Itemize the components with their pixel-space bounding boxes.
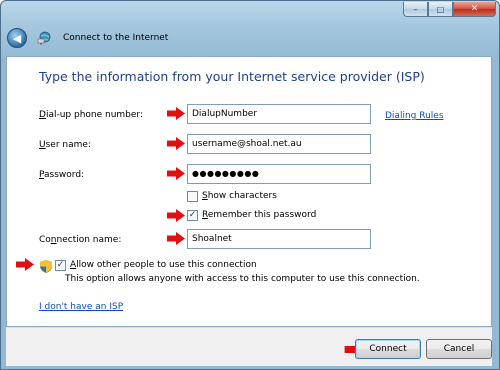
red-arrow-icon: [167, 137, 185, 150]
red-arrow-icon: [16, 258, 34, 271]
show-characters-label: Show characters: [202, 191, 277, 201]
dialup-label: Dial-up phone number:: [39, 110, 144, 120]
checkmark-icon: ✓: [56, 260, 65, 270]
dialing-rules-link[interactable]: Dialing Rules: [385, 111, 444, 121]
dialup-number-field[interactable]: DialupNumber: [187, 104, 371, 124]
network-globe-icon: [37, 31, 51, 45]
uac-shield-icon: [40, 260, 52, 273]
page-heading: Type the information from your Internet …: [39, 69, 425, 84]
remember-password-label: Remember this password: [202, 210, 317, 220]
navigation-row: ◀ Connect to the Internet: [5, 23, 495, 53]
red-arrow-icon: [167, 209, 185, 222]
close-button[interactable]: ✕: [453, 2, 496, 17]
no-isp-link[interactable]: I don't have an ISP: [39, 302, 123, 312]
connection-name-label: Connection name:: [39, 235, 122, 245]
password-label: Password:: [39, 170, 85, 180]
username-field[interactable]: username@shoal.net.au: [187, 134, 371, 154]
maximize-button[interactable]: □: [428, 2, 453, 17]
username-label: User name:: [39, 140, 91, 150]
red-arrow-icon: [167, 232, 185, 245]
show-characters-checkbox[interactable]: [187, 191, 198, 202]
content-panel: Type the information from your Internet …: [6, 56, 492, 327]
allow-others-checkbox[interactable]: ✓: [55, 260, 66, 271]
cancel-button[interactable]: Cancel: [426, 339, 492, 359]
minimize-button[interactable]: –: [403, 2, 428, 17]
allow-others-description: This option allows anyone with access to…: [65, 274, 420, 284]
remember-password-checkbox[interactable]: ✓: [187, 210, 198, 221]
red-arrow-icon: [167, 167, 185, 180]
allow-others-label: Allow other people to use this connectio…: [70, 260, 257, 270]
title-bar: – □ ✕: [1, 1, 499, 23]
button-bar: Connect Cancel: [6, 327, 492, 366]
window-title: Connect to the Internet: [63, 33, 169, 43]
connection-name-field[interactable]: Shoalnet: [187, 229, 371, 249]
password-field[interactable]: ●●●●●●●●●: [187, 164, 371, 184]
red-arrow-icon: [167, 107, 185, 120]
back-arrow-icon[interactable]: ◀: [7, 28, 27, 48]
connect-button[interactable]: Connect: [355, 339, 421, 359]
checkmark-icon: ✓: [188, 210, 197, 220]
